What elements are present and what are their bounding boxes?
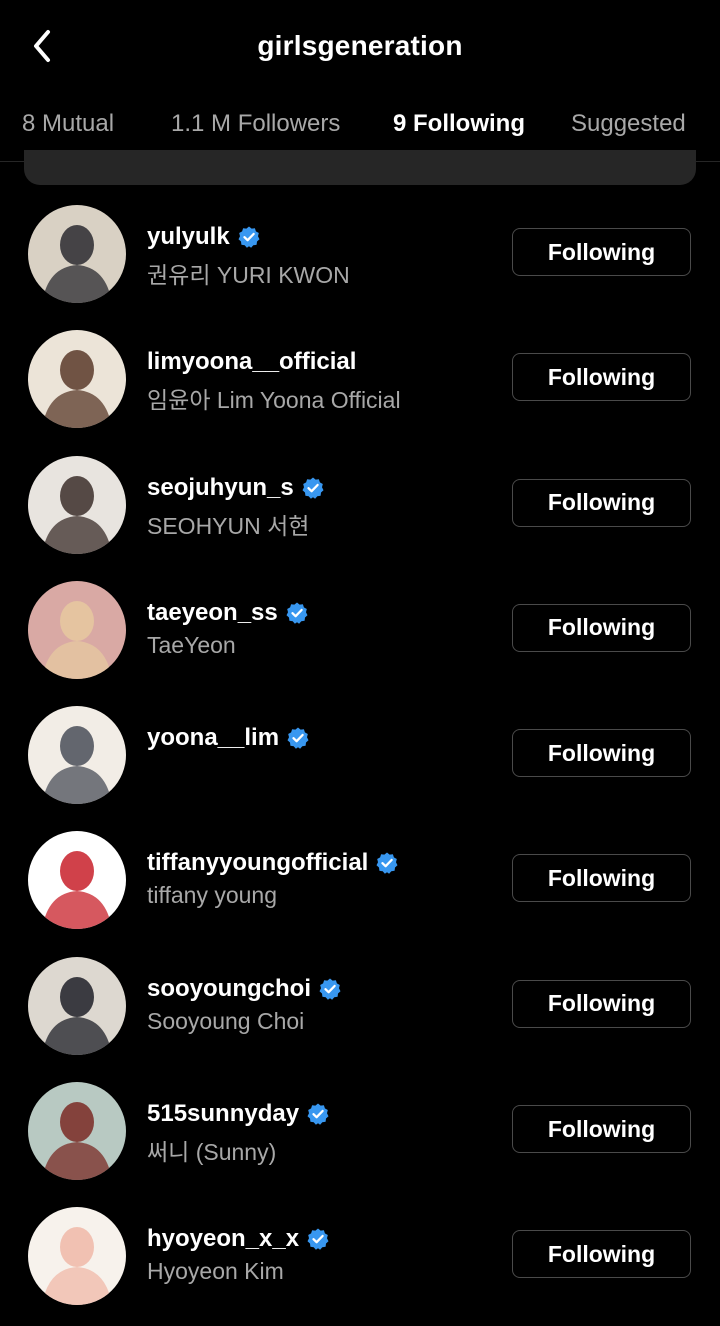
avatar[interactable] (28, 455, 126, 554)
avatar[interactable] (28, 831, 126, 930)
full-name: 권유리 YURI KWON (147, 262, 350, 288)
avatar[interactable] (28, 706, 126, 805)
verified-badge-icon (301, 476, 325, 500)
account-names: yulyulk 권유리 YURI KWON (147, 220, 490, 290)
account-names: limyoona__official 임윤아 Lim Yoona Official (147, 345, 490, 415)
account-names: hyoyeon_x_x Hyoyeon Kim (147, 1222, 490, 1285)
account-names: tiffanyyoungofficial tiffany young (147, 846, 490, 909)
verified-badge-icon (375, 851, 399, 875)
avatar[interactable] (28, 205, 126, 303)
full-name: Hyoyeon Kim (147, 1258, 284, 1285)
list-item[interactable]: seojuhyun_s SEOHYUN 서현 Following (0, 441, 720, 566)
list-item[interactable]: 515sunnyday 써니 (Sunny) Following (0, 1067, 720, 1192)
list-item[interactable]: taeyeon_ss TaeYeon Following (0, 566, 720, 691)
following-button[interactable]: Following (512, 478, 691, 527)
username[interactable]: 515sunnyday (147, 1100, 299, 1128)
username[interactable]: limyoona__official (147, 348, 356, 376)
list-item[interactable]: tiffanyyoungofficial tiffany young Followi… (0, 816, 720, 941)
full-name: tiffany young (147, 882, 278, 909)
verified-badge-icon (286, 726, 310, 750)
account-names: seojuhyun_s SEOHYUN 서현 (147, 471, 490, 541)
following-button[interactable]: Following (512, 603, 691, 652)
avatar[interactable] (28, 580, 126, 679)
avatar[interactable] (28, 1207, 126, 1306)
username[interactable]: tiffanyyoungofficial (147, 849, 368, 877)
account-names: sooyoungchoi Sooyoung Choi (147, 972, 490, 1035)
username[interactable]: taeyeon_ss (147, 599, 278, 627)
following-button[interactable]: Following (512, 854, 691, 903)
verified-badge-icon (306, 1227, 330, 1251)
following-list: yulyulk 권유리 YURI KWON Following limyoona__o… (0, 190, 720, 1318)
username[interactable]: seojuhyun_s (147, 474, 294, 502)
following-button[interactable]: Following (512, 353, 691, 402)
list-item[interactable]: hyoyeon_x_x Hyoyeon Kim Following (0, 1192, 720, 1317)
username[interactable]: hyoyeon_x_x (147, 1225, 299, 1253)
verified-badge-icon (285, 601, 309, 625)
following-button[interactable]: Following (512, 979, 691, 1028)
profile-title: girlsgeneration (257, 30, 463, 61)
username[interactable]: sooyoungchoi (147, 975, 311, 1003)
username[interactable]: yulyulk (147, 223, 230, 251)
following-button[interactable]: Following (512, 228, 691, 276)
full-name: 임윤아 Lim Yoona Official (147, 387, 401, 414)
verified-badge-icon (306, 1102, 330, 1126)
full-name: Sooyoung Choi (147, 1007, 305, 1034)
username[interactable]: yoona__lim (147, 724, 279, 752)
avatar[interactable] (28, 330, 126, 429)
following-button[interactable]: Following (512, 729, 691, 778)
list-item[interactable]: yoona__lim Following (0, 691, 720, 816)
full-name: TaeYeon (147, 631, 236, 658)
full-name: 써니 (Sunny) (147, 1139, 277, 1166)
list-item[interactable]: yulyulk 권유리 YURI KWON Following (0, 190, 720, 315)
following-button[interactable]: Following (512, 1230, 691, 1279)
account-names: 515sunnyday 써니 (Sunny) (147, 1097, 490, 1167)
account-names: yoona__lim (147, 721, 490, 757)
list-item[interactable]: limyoona__official 임윤아 Lim Yoona Official… (0, 315, 720, 440)
top-bar: girlsgeneration (0, 0, 720, 100)
account-names: taeyeon_ss TaeYeon (147, 596, 490, 659)
verified-badge-icon (318, 977, 342, 1001)
verified-badge-icon (237, 225, 261, 249)
avatar[interactable] (28, 1082, 126, 1181)
full-name: SEOHYUN 서현 (147, 512, 310, 539)
list-item[interactable]: sooyoungchoi Sooyoung Choi Following (0, 942, 720, 1067)
search-bar[interactable] (24, 150, 696, 185)
following-button[interactable]: Following (512, 1105, 691, 1154)
avatar[interactable] (28, 956, 126, 1055)
